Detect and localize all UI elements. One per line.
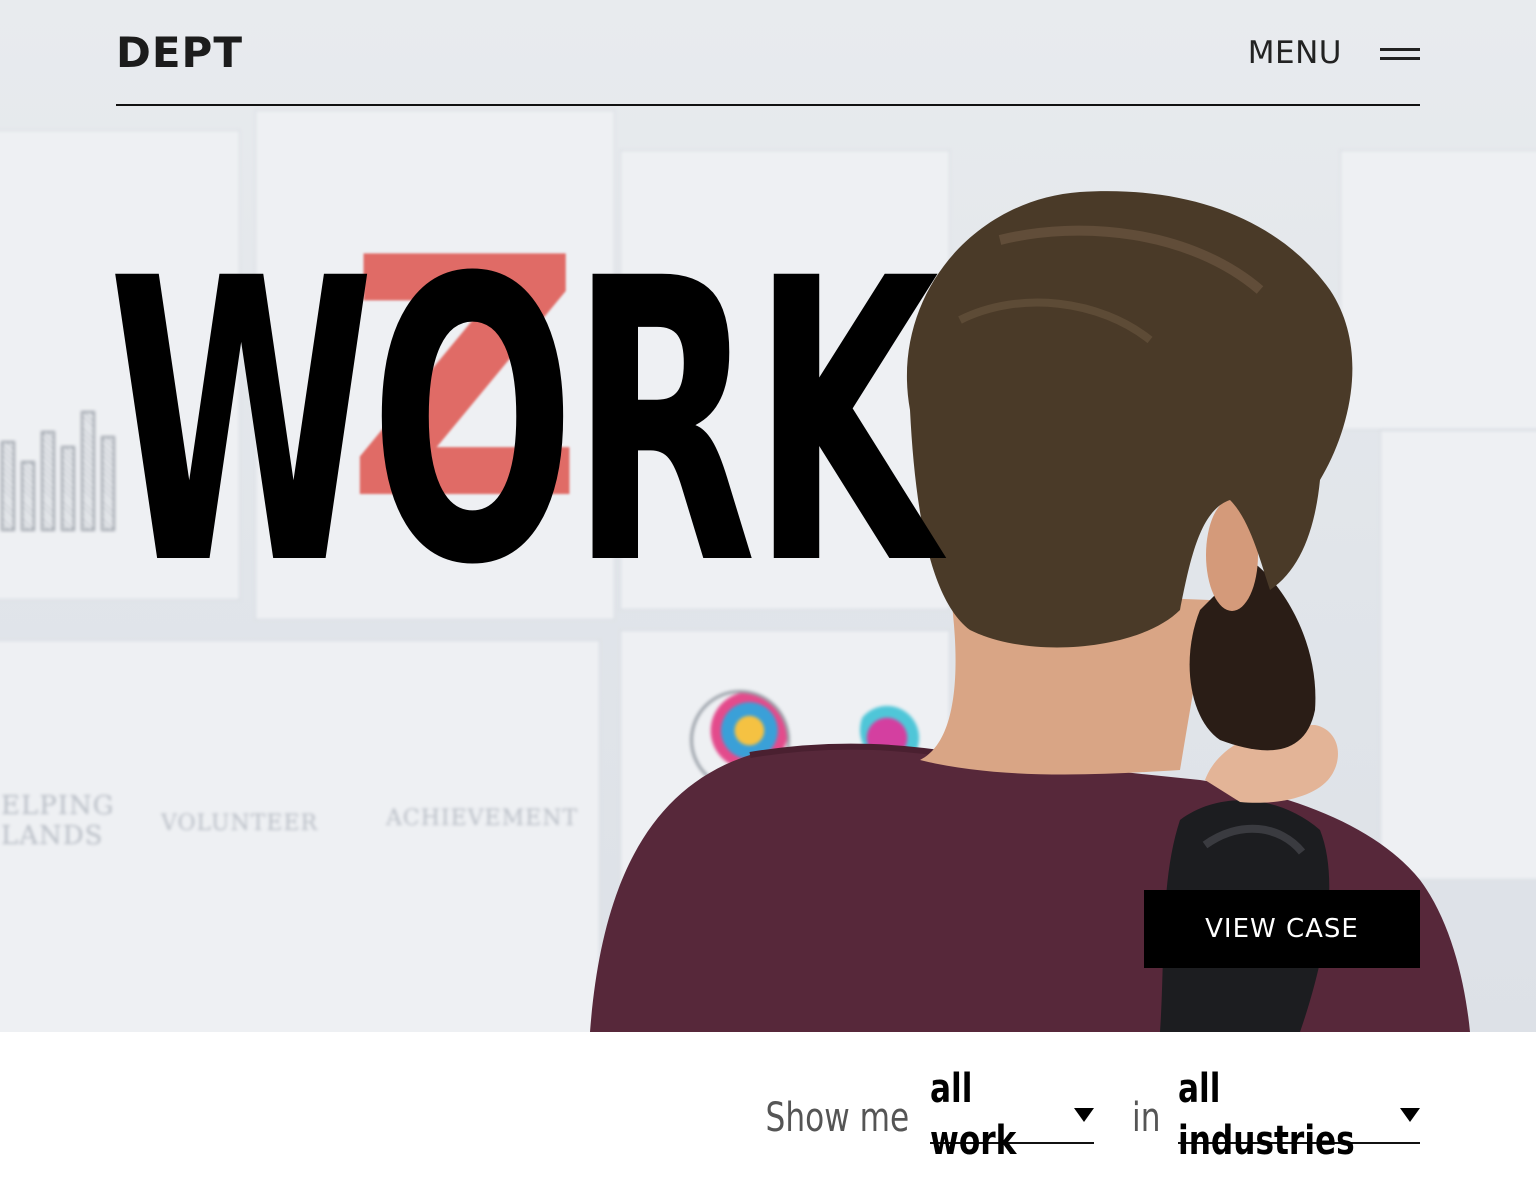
page-title: WORK — [108, 196, 939, 650]
menu-button[interactable]: MENU — [1248, 30, 1420, 76]
hero-section: Z ELPING LANDS VOLUNTEER ACHIEVEMENT DEPT… — [0, 0, 1536, 1032]
industry-value: all industries — [1178, 1066, 1355, 1164]
caret-down-icon — [1400, 1108, 1420, 1122]
logo[interactable]: DEPT — [116, 28, 243, 78]
background-poster: ELPING LANDS VOLUNTEER ACHIEVEMENT — [0, 640, 600, 1032]
view-case-button[interactable]: VIEW CASE — [1144, 890, 1420, 968]
filter-prefix-label: Show me — [765, 1095, 910, 1141]
industry-dropdown[interactable]: all industries — [1178, 1066, 1420, 1164]
site-header: DEPT MENU — [116, 0, 1420, 106]
work-type-value: all work — [929, 1066, 1016, 1164]
menu-label: MENU — [1247, 35, 1342, 71]
filter-connector-label: in — [1131, 1095, 1160, 1141]
hamburger-icon — [1380, 44, 1420, 62]
work-type-dropdown[interactable]: all work — [929, 1066, 1094, 1164]
caret-down-icon — [1073, 1108, 1094, 1122]
filter-bar: Show me all work in all industries — [725, 1066, 1420, 1164]
